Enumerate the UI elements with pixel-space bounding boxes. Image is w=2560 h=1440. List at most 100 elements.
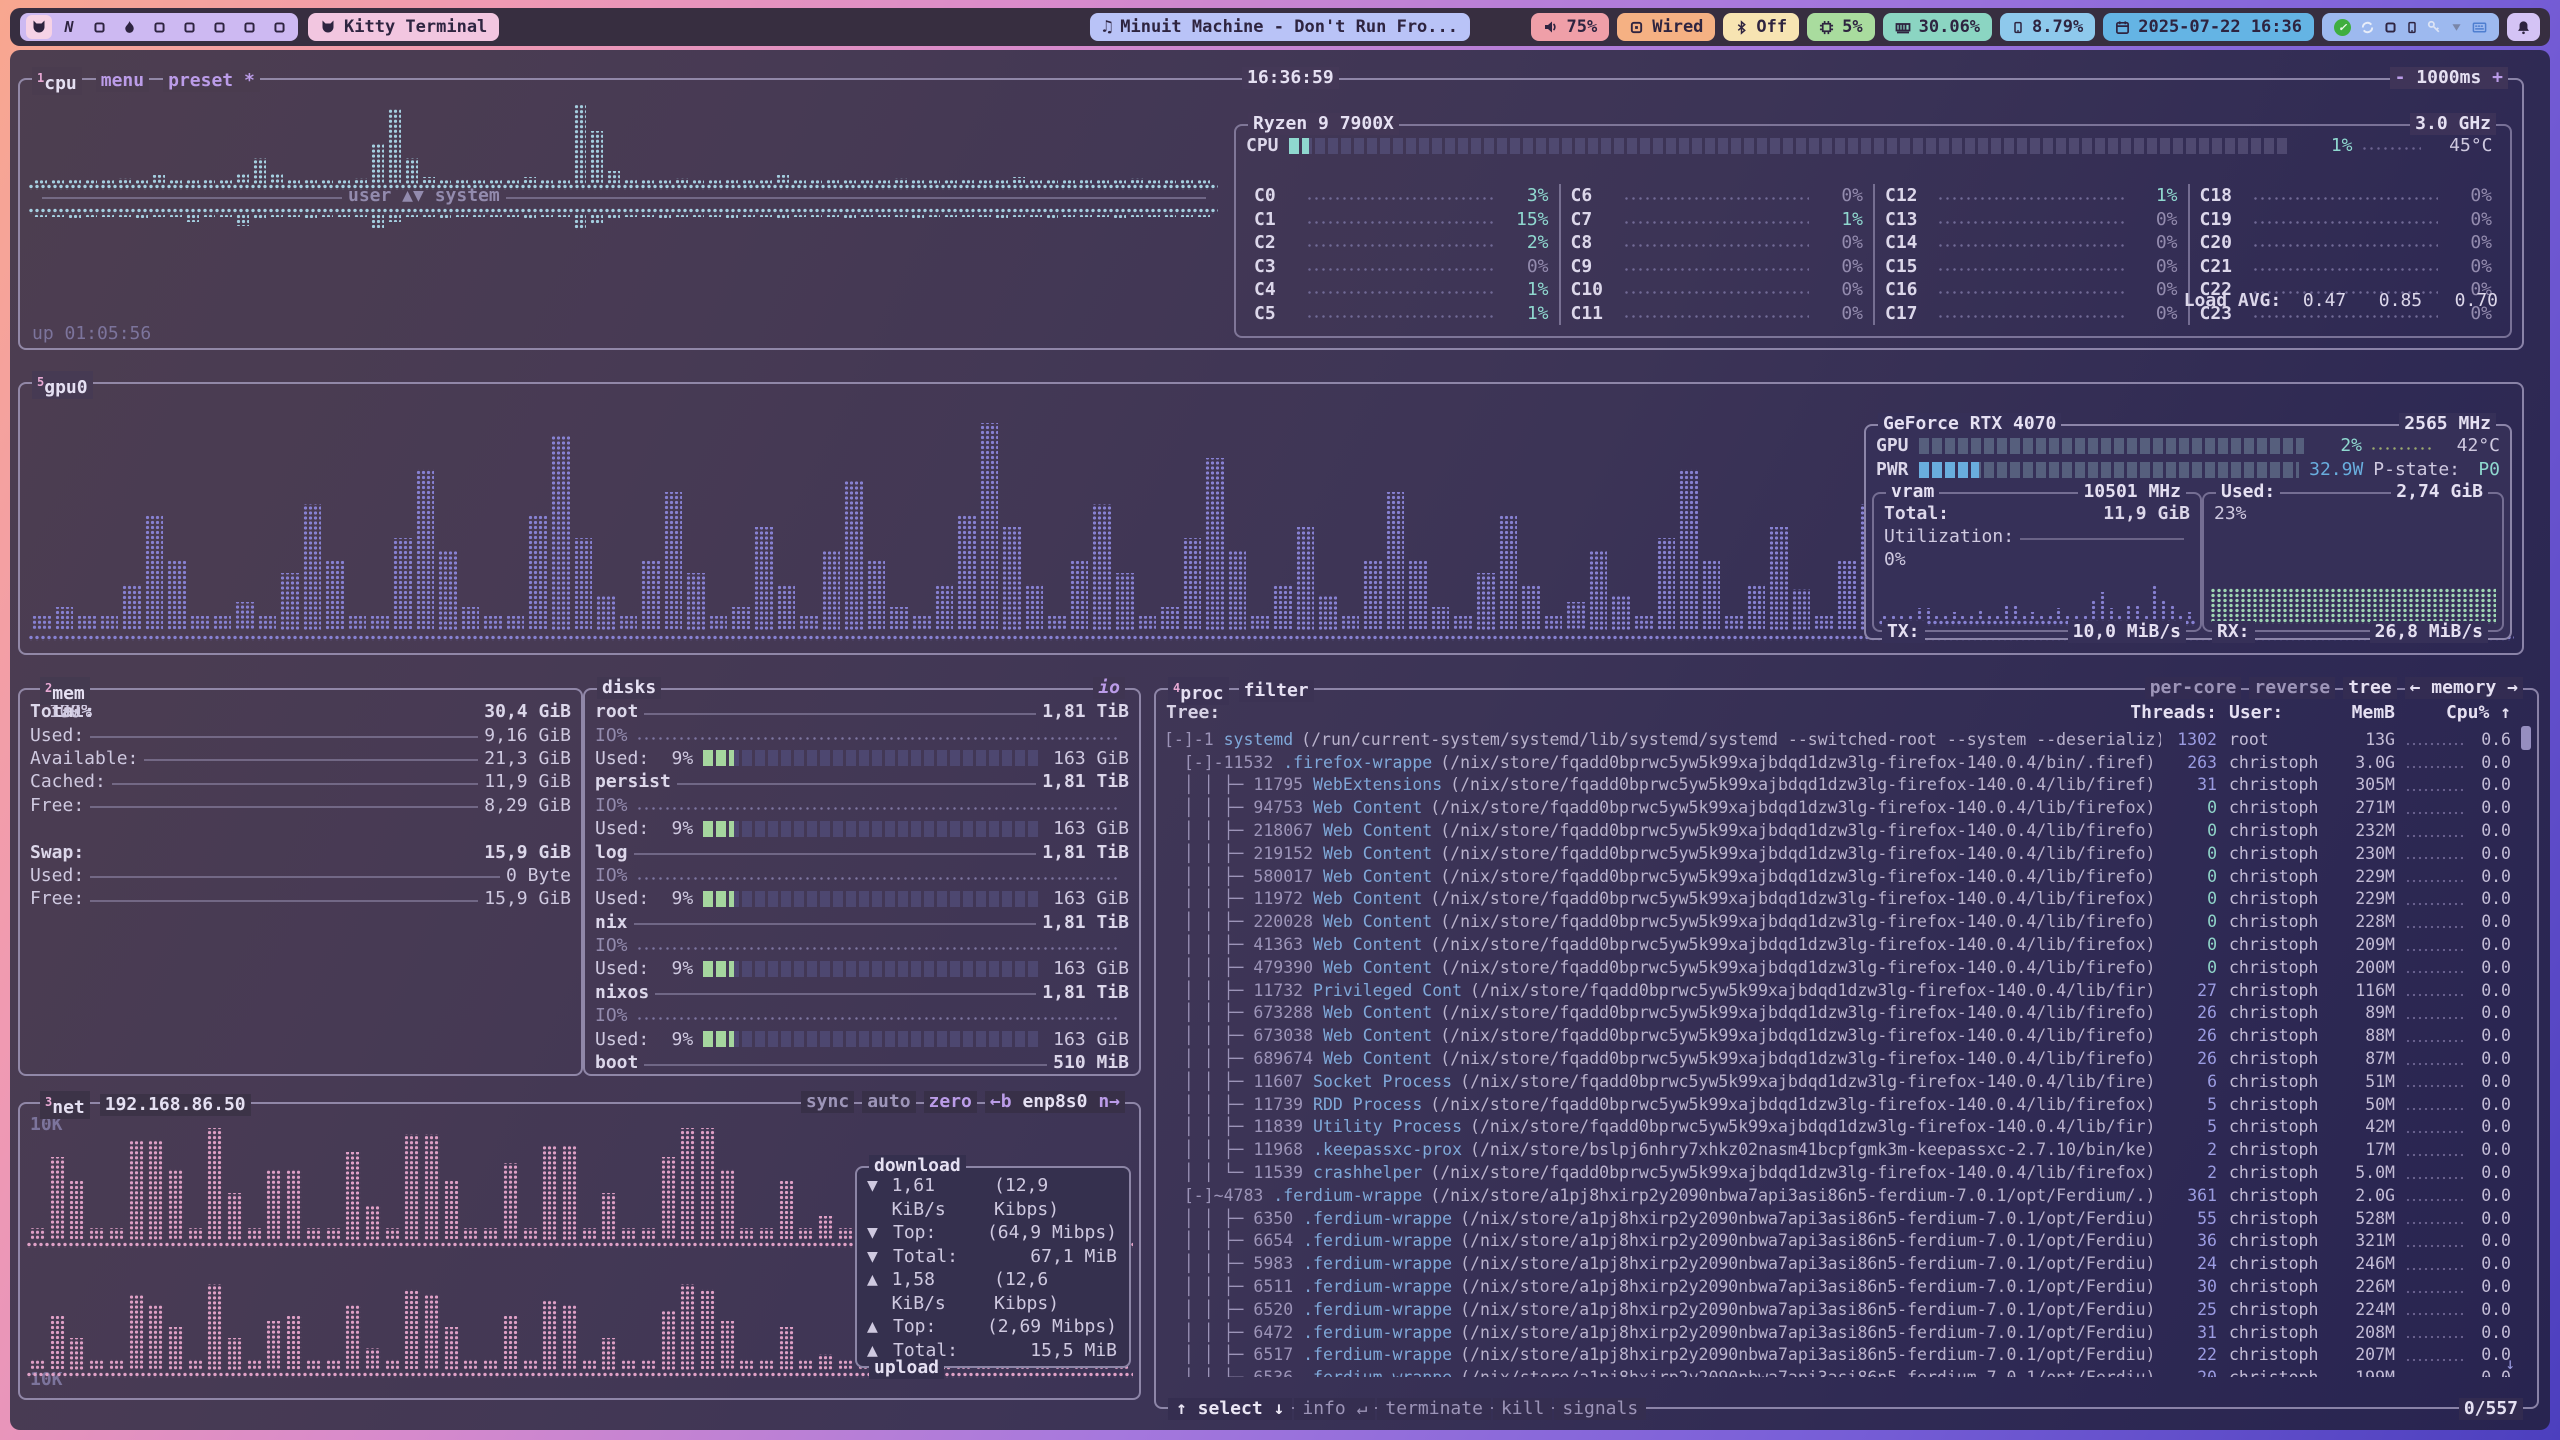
clock-pill[interactable]: 2025-07-22 16:36 [2103, 13, 2314, 41]
process-row[interactable]: │ │ ├─ 6520 .ferdium-wrappe (/nix/store/… [1164, 1298, 2511, 1321]
threads-column-header[interactable]: Threads: [2127, 702, 2217, 723]
process-user: christoph [2217, 1095, 2333, 1114]
memory-row: Used: 0 Byte [20, 864, 581, 887]
process-row[interactable]: │ │ ├─ 11795 WebExtensions (/nix/store/f… [1164, 774, 2511, 797]
volume-pill[interactable]: 75% [1531, 13, 1610, 41]
workspace-button[interactable] [86, 15, 112, 39]
process-row[interactable]: │ │ ├─ 11968 .keepassxc-prox (/nix/store… [1164, 1138, 2511, 1161]
process-row[interactable]: │ │ ├─ 11607 Socket Process (/nix/store/… [1164, 1070, 2511, 1093]
network-pill[interactable]: Wired [1617, 13, 1715, 41]
workspace-button[interactable] [176, 15, 202, 39]
tree-button[interactable]: tree [2343, 677, 2396, 699]
auto-button[interactable]: auto [862, 1091, 915, 1113]
interface-switcher[interactable]: ←b enp8s0 n→ [985, 1091, 1125, 1113]
menu-button[interactable]: menu [96, 70, 149, 92]
process-name: Web Content [1313, 889, 1422, 908]
process-threads: 31 [2161, 1323, 2217, 1342]
workspace-button[interactable] [116, 15, 142, 39]
zero-button[interactable]: zero [924, 1091, 977, 1113]
mem-column-header[interactable]: MemB [2333, 702, 2395, 723]
info-button[interactable]: info ↵ [1294, 1398, 1375, 1420]
workspace-button[interactable]: N [56, 15, 82, 39]
workspace-button[interactable] [206, 15, 232, 39]
bluetooth-pill[interactable]: Off [1723, 13, 1799, 41]
window-title-pill[interactable]: Kitty Terminal [308, 13, 499, 41]
process-row[interactable]: │ │ ├─ 11732 Privileged Cont (/nix/store… [1164, 979, 2511, 1002]
cpu-core: C10 0% [1559, 278, 1874, 302]
memory-pill[interactable]: 30.06% [1883, 13, 1992, 41]
process-row[interactable]: │ │ ├─ 673288 Web Content (/nix/store/fq… [1164, 1002, 2511, 1025]
phone-icon[interactable] [2406, 20, 2418, 35]
process-row[interactable]: [-]~4783 .ferdium-wrappe (/nix/store/a1p… [1164, 1184, 2511, 1207]
process-row[interactable]: │ │ ├─ 479390 Web Content (/nix/store/fq… [1164, 956, 2511, 979]
process-row[interactable]: │ │ ├─ 6536 .ferdium-wrappe (/nix/store/… [1164, 1366, 2511, 1377]
process-list: [-]-1 systemd (/run/current-system/syste… [1164, 728, 2511, 1377]
sort-column-button[interactable]: ← memory → [2405, 677, 2523, 699]
process-row[interactable]: │ │ ├─ 94753 Web Content (/nix/store/fqa… [1164, 796, 2511, 819]
process-user: christoph [2217, 1345, 2333, 1364]
preset-button[interactable]: preset * [163, 70, 260, 92]
interval-minus-button[interactable]: - [2395, 67, 2406, 88]
process-row[interactable]: │ │ ├─ 11972 Web Content (/nix/store/fqa… [1164, 888, 2511, 911]
per-core-button[interactable]: per-core [2145, 677, 2242, 699]
window-icon[interactable] [2384, 21, 2397, 34]
process-scrollbar[interactable] [2521, 726, 2531, 750]
process-box-title[interactable]: 4proc [1168, 677, 1229, 705]
process-cpu: 0.0 [2467, 753, 2511, 772]
process-name: Web Content [1323, 821, 1432, 840]
process-row[interactable]: │ │ ├─ 6472 .ferdium-wrappe (/nix/store/… [1164, 1321, 2511, 1344]
process-row[interactable]: │ │ ├─ 673038 Web Content (/nix/store/fq… [1164, 1024, 2511, 1047]
cpu-graph-divider[interactable]: user ▲▼ system [26, 184, 1222, 207]
interval-plus-button[interactable]: + [2492, 67, 2503, 88]
process-row[interactable]: │ │ ├─ 218067 Web Content (/nix/store/fq… [1164, 819, 2511, 842]
process-row[interactable]: │ │ ├─ 11839 Utility Process (/nix/store… [1164, 1116, 2511, 1139]
select-button[interactable]: ↑ select ↓ [1168, 1398, 1292, 1420]
kill-button[interactable]: kill [1493, 1398, 1552, 1420]
io-mode-button[interactable]: io [1093, 677, 1125, 699]
workspace-button[interactable] [146, 15, 172, 39]
filter-button[interactable]: filter [1239, 680, 1314, 702]
reverse-button[interactable]: reverse [2249, 677, 2335, 699]
process-row[interactable]: [-]-1 systemd (/run/current-system/syste… [1164, 728, 2511, 751]
cpu-core: C4 1% [1244, 278, 1559, 302]
network-box-title[interactable]: 3net [40, 1091, 90, 1119]
process-row[interactable]: │ │ ├─ 6517 .ferdium-wrappe (/nix/store/… [1164, 1344, 2511, 1367]
memory-box-title[interactable]: 2mem [40, 677, 90, 705]
process-row[interactable]: │ │ ├─ 6350 .ferdium-wrappe (/nix/store/… [1164, 1207, 2511, 1230]
process-row[interactable]: │ │ ├─ 580017 Web Content (/nix/store/fq… [1164, 865, 2511, 888]
process-row[interactable]: │ │ ├─ 6654 .ferdium-wrappe (/nix/store/… [1164, 1230, 2511, 1253]
notifications-pill[interactable] [2507, 13, 2540, 41]
cpu-box-title[interactable]: 1cpu [32, 67, 82, 95]
process-row[interactable]: │ │ └─ 11539 crashhelper (/nix/store/fqa… [1164, 1161, 2511, 1184]
process-row[interactable]: │ │ ├─ 219152 Web Content (/nix/store/fq… [1164, 842, 2511, 865]
cpu-pill[interactable]: 5% [1807, 13, 1874, 41]
process-row[interactable]: [-]-11532 .firefox-wrappe (/nix/store/fq… [1164, 751, 2511, 774]
music-pill[interactable]: ♫ Minuit Machine - Don't Run Fro... [1090, 13, 1470, 41]
key-icon[interactable] [2427, 20, 2441, 34]
disk-pill[interactable]: 8.79% [2000, 13, 2095, 41]
process-row[interactable]: │ │ ├─ 5983 .ferdium-wrappe (/nix/store/… [1164, 1252, 2511, 1275]
process-row[interactable]: │ │ ├─ 6511 .ferdium-wrappe (/nix/store/… [1164, 1275, 2511, 1298]
disks-box-title[interactable]: disks [597, 677, 661, 699]
sync-icon[interactable] [2360, 20, 2375, 35]
user-column-header[interactable]: User: [2217, 702, 2333, 723]
process-cpu: 0.0 [2467, 1231, 2511, 1250]
tree-column-header[interactable]: Tree: [1166, 702, 1220, 723]
dropdown-icon[interactable] [2450, 21, 2463, 34]
check-icon[interactable]: ✓ [2334, 19, 2351, 36]
process-row[interactable]: │ │ ├─ 220028 Web Content (/nix/store/fq… [1164, 910, 2511, 933]
workspace-button[interactable] [266, 15, 292, 39]
sync-button[interactable]: sync [801, 1091, 854, 1113]
gpu-box-title[interactable]: 5gpu0 [32, 371, 93, 399]
module-icon [1629, 20, 1644, 35]
keyboard-icon[interactable] [2472, 20, 2487, 35]
process-row[interactable]: │ │ ├─ 41363 Web Content (/nix/store/fqa… [1164, 933, 2511, 956]
process-row[interactable]: │ │ ├─ 11739 RDD Process (/nix/store/fqa… [1164, 1093, 2511, 1116]
workspace-button[interactable] [26, 15, 52, 39]
update-interval[interactable]: - 1000ms + [2390, 67, 2508, 89]
process-row[interactable]: │ │ ├─ 689674 Web Content (/nix/store/fq… [1164, 1047, 2511, 1070]
terminate-button[interactable]: terminate [1377, 1398, 1491, 1420]
workspace-button[interactable] [236, 15, 262, 39]
cpu-column-header[interactable]: Cpu% ↑ [2395, 702, 2511, 723]
signals-button[interactable]: signals [1554, 1398, 1646, 1420]
